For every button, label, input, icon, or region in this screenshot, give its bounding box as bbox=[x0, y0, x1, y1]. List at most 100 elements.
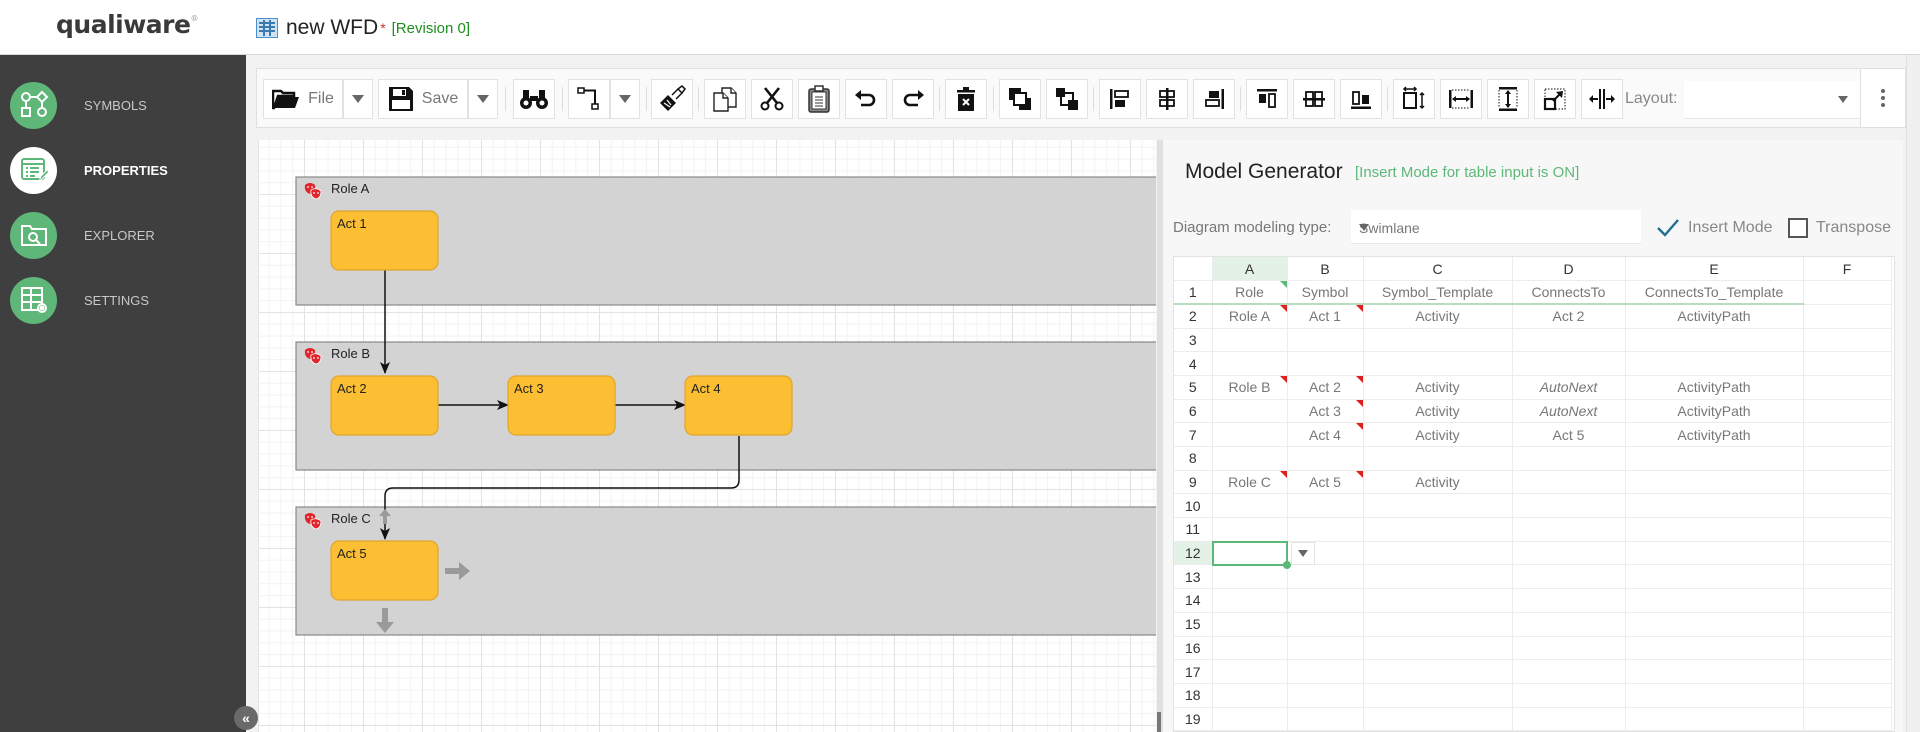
cell-c3[interactable] bbox=[1363, 328, 1513, 353]
cell-c16[interactable] bbox=[1363, 636, 1513, 661]
cell-e4[interactable] bbox=[1625, 351, 1804, 376]
transpose-checkbox[interactable]: Transpose bbox=[1788, 218, 1891, 238]
cell-b8[interactable] bbox=[1287, 446, 1364, 471]
cell-e6[interactable]: ActivityPath bbox=[1625, 399, 1804, 424]
cell-d3[interactable] bbox=[1512, 328, 1626, 353]
cell-b14[interactable] bbox=[1287, 588, 1364, 613]
sidebar-item-settings[interactable]: SETTINGS bbox=[10, 276, 240, 324]
find-button[interactable] bbox=[513, 79, 555, 119]
row-number[interactable]: 16 bbox=[1174, 636, 1213, 661]
row-number[interactable]: 8 bbox=[1174, 446, 1213, 471]
row-number[interactable]: 10 bbox=[1174, 493, 1213, 519]
cell-b4[interactable] bbox=[1287, 351, 1364, 376]
cell-b10[interactable] bbox=[1287, 493, 1364, 519]
column-header-c[interactable]: C bbox=[1363, 257, 1513, 282]
activity-act-1[interactable]: Act 1 bbox=[330, 210, 439, 271]
cell-f3[interactable] bbox=[1803, 328, 1892, 353]
cell-a7[interactable] bbox=[1212, 422, 1288, 447]
cell-d4[interactable] bbox=[1512, 351, 1626, 376]
column-header-e[interactable]: E bbox=[1625, 257, 1804, 282]
collapse-sidebar-button[interactable]: « bbox=[234, 706, 258, 730]
cell-a14[interactable] bbox=[1212, 588, 1288, 613]
cell-d15[interactable] bbox=[1512, 612, 1626, 637]
cell-e12[interactable] bbox=[1625, 541, 1804, 566]
cell-c2[interactable]: Activity bbox=[1363, 304, 1513, 329]
cell-a5[interactable]: Role B bbox=[1212, 375, 1288, 400]
cell-a4[interactable] bbox=[1212, 351, 1288, 376]
column-header-d[interactable]: D bbox=[1512, 257, 1626, 282]
cell-e3[interactable] bbox=[1625, 328, 1804, 353]
selected-cell-a12[interactable] bbox=[1212, 541, 1288, 566]
send-to-back-button[interactable] bbox=[1046, 79, 1088, 119]
cell-d5[interactable]: AutoNext bbox=[1512, 375, 1626, 400]
cell-b9[interactable]: Act 5 bbox=[1287, 470, 1364, 495]
cell-c9[interactable]: Activity bbox=[1363, 470, 1513, 495]
cell-f17[interactable] bbox=[1803, 659, 1892, 684]
cell-c10[interactable] bbox=[1363, 493, 1513, 519]
cell-d1[interactable]: ConnectsTo bbox=[1512, 280, 1626, 306]
cell-f2[interactable] bbox=[1803, 304, 1892, 329]
format-painter-button[interactable] bbox=[651, 79, 693, 119]
cell-b5[interactable]: Act 2 bbox=[1287, 375, 1364, 400]
cell-c14[interactable] bbox=[1363, 588, 1513, 613]
cell-e10[interactable] bbox=[1625, 493, 1804, 519]
cell-a3[interactable] bbox=[1212, 328, 1288, 353]
cell-b2[interactable]: Act 1 bbox=[1287, 304, 1364, 329]
cell-f11[interactable] bbox=[1803, 517, 1892, 542]
align-right-button[interactable] bbox=[1193, 79, 1235, 119]
cell-d14[interactable] bbox=[1512, 588, 1626, 613]
row-number[interactable]: 19 bbox=[1174, 707, 1213, 731]
cell-c5[interactable]: Activity bbox=[1363, 375, 1513, 400]
cell-d9[interactable] bbox=[1512, 470, 1626, 495]
cell-f8[interactable] bbox=[1803, 446, 1892, 471]
insert-mode-checkbox[interactable]: Insert Mode bbox=[1656, 218, 1772, 238]
cell-b11[interactable] bbox=[1287, 517, 1364, 542]
cell-b6[interactable]: Act 3 bbox=[1287, 399, 1364, 424]
sidebar-item-symbols[interactable]: SYMBOLS bbox=[10, 81, 240, 129]
cell-e19[interactable] bbox=[1625, 707, 1804, 731]
cell-b15[interactable] bbox=[1287, 612, 1364, 637]
cell-c18[interactable] bbox=[1363, 683, 1513, 708]
cell-e1[interactable]: ConnectsTo_Template bbox=[1625, 280, 1804, 306]
cell-e11[interactable] bbox=[1625, 517, 1804, 542]
cell-e16[interactable] bbox=[1625, 636, 1804, 661]
row-number[interactable]: 7 bbox=[1174, 422, 1213, 447]
connector-button[interactable] bbox=[568, 79, 610, 119]
cell-b18[interactable] bbox=[1287, 683, 1364, 708]
redo-button[interactable] bbox=[892, 79, 934, 119]
row-number[interactable]: 3 bbox=[1174, 328, 1213, 353]
more-options-button[interactable] bbox=[1860, 68, 1906, 128]
copy-button[interactable] bbox=[704, 79, 746, 119]
cell-c15[interactable] bbox=[1363, 612, 1513, 637]
cell-e5[interactable]: ActivityPath bbox=[1625, 375, 1804, 400]
row-number[interactable]: 15 bbox=[1174, 612, 1213, 637]
row-number[interactable]: 4 bbox=[1174, 351, 1213, 376]
diagram-canvas[interactable]: Role A Role B Role C Act 1 Act 2 Act 3 A… bbox=[258, 140, 1156, 732]
cell-a16[interactable] bbox=[1212, 636, 1288, 661]
align-bottom-button[interactable] bbox=[1340, 79, 1382, 119]
cell-c1[interactable]: Symbol_Template bbox=[1363, 280, 1513, 306]
cell-e8[interactable] bbox=[1625, 446, 1804, 471]
qualiware-logo[interactable]: qualiware® bbox=[56, 10, 198, 39]
cell-d13[interactable] bbox=[1512, 564, 1626, 590]
row-number[interactable]: 14 bbox=[1174, 588, 1213, 613]
cell-d18[interactable] bbox=[1512, 683, 1626, 708]
cell-f15[interactable] bbox=[1803, 612, 1892, 637]
row-number[interactable]: 12 bbox=[1174, 541, 1213, 566]
same-size-button[interactable] bbox=[1393, 79, 1435, 119]
row-number[interactable]: 17 bbox=[1174, 659, 1213, 684]
save-button[interactable]: Save bbox=[378, 79, 468, 119]
cell-c11[interactable] bbox=[1363, 517, 1513, 542]
activity-act-3[interactable]: Act 3 bbox=[507, 375, 616, 436]
cell-d10[interactable] bbox=[1512, 493, 1626, 519]
cell-f5[interactable] bbox=[1803, 375, 1892, 400]
align-left-button[interactable] bbox=[1099, 79, 1141, 119]
column-header-a[interactable]: A bbox=[1212, 257, 1288, 282]
delete-button[interactable] bbox=[945, 79, 987, 119]
cell-a13[interactable] bbox=[1212, 564, 1288, 590]
same-height-button[interactable] bbox=[1487, 79, 1529, 119]
align-center-button[interactable] bbox=[1146, 79, 1188, 119]
cell-f12[interactable] bbox=[1803, 541, 1892, 566]
cell-d7[interactable]: Act 5 bbox=[1512, 422, 1626, 447]
cell-d2[interactable]: Act 2 bbox=[1512, 304, 1626, 329]
